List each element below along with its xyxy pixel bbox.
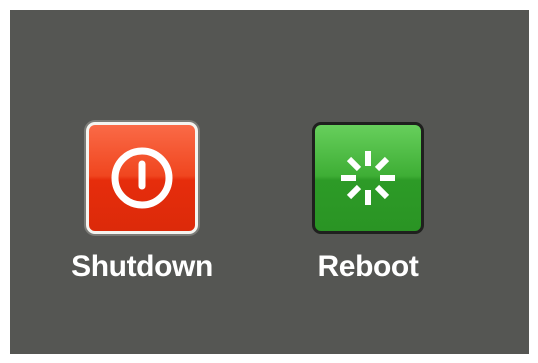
shutdown-option[interactable]: Shutdown	[62, 122, 222, 284]
shutdown-button[interactable]	[86, 122, 198, 234]
shutdown-label: Shutdown	[71, 250, 213, 283]
reboot-button[interactable]	[312, 122, 424, 234]
reboot-option[interactable]: Reboot	[288, 122, 448, 284]
spinner-icon	[341, 151, 395, 205]
power-icon	[111, 147, 173, 209]
power-menu-screen: Shutdown Reboot	[10, 10, 529, 354]
reboot-label: Reboot	[317, 250, 419, 283]
